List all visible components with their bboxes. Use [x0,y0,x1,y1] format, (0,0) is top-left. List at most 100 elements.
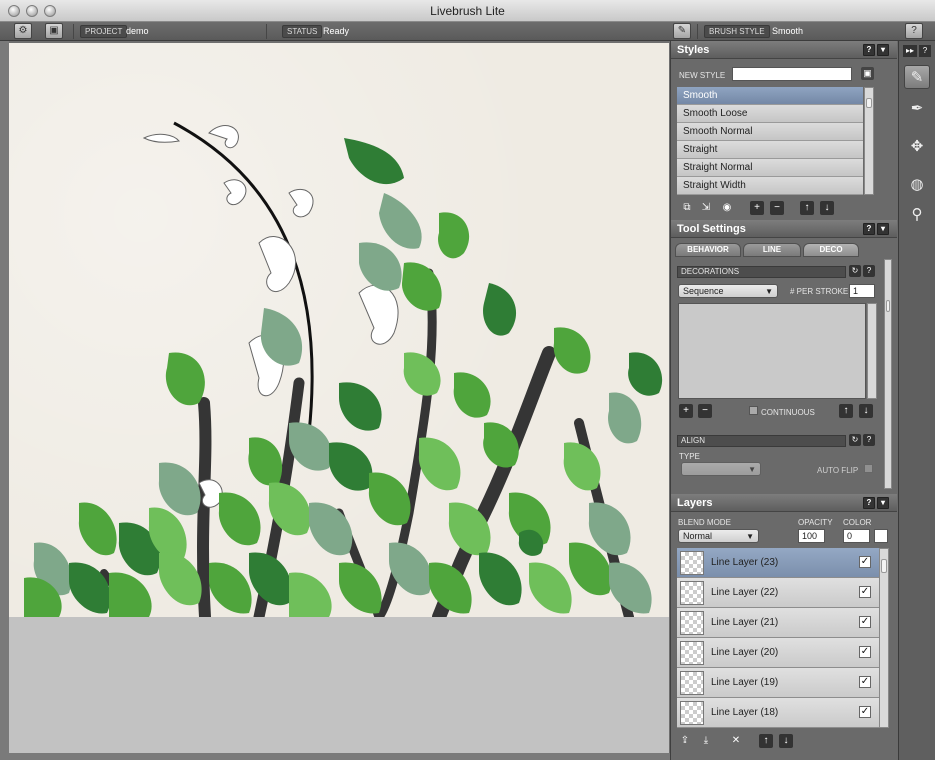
layer-row[interactable]: Line Layer (18) ✓ [677,698,879,728]
decorations-list[interactable] [678,303,866,399]
collapse-icon[interactable]: ▾ [877,223,889,235]
import-style-icon[interactable]: ⇲ [699,201,713,215]
style-item-straight[interactable]: Straight [677,141,863,159]
layer-row[interactable]: Line Layer (21) ✓ [677,608,879,638]
layer-visibility-checkbox[interactable]: ✓ [859,706,871,718]
toolbar: ⚙ ▣ PROJECT demo STATUS Ready ✎ BRUSH ST… [0,22,935,41]
move-down-button[interactable]: ↓ [779,734,793,748]
new-style-input[interactable] [732,67,852,81]
preview-style-icon[interactable]: ◉ [720,201,734,215]
chevron-down-icon: ▼ [748,465,756,474]
type-dropdown[interactable]: ▼ [681,462,761,476]
color-swatch[interactable] [874,529,888,543]
opacity-input[interactable]: 100 [798,529,825,543]
merge-layer-icon[interactable]: ⤓ [699,734,713,748]
refresh-icon[interactable]: ↻ [849,265,861,277]
continuous-label: CONTINUOUS [761,408,815,417]
blend-mode-value: Normal [683,531,713,541]
tab-behavior[interactable]: BEHAVIOR [675,243,741,257]
brush-style-button[interactable]: ✎ [673,23,691,39]
chevron-down-icon: ▼ [765,287,773,296]
blend-mode-dropdown[interactable]: Normal ▼ [678,529,759,543]
new-layer-icon[interactable]: ⇪ [678,734,692,748]
status-value: Ready [323,26,350,36]
toolbar-separator [697,24,698,39]
settings-button[interactable]: ⚙ [14,23,32,39]
help-icon[interactable]: ? [863,434,875,446]
scroll-thumb[interactable] [886,300,890,312]
chevron-down-icon: ▼ [746,532,754,541]
style-item-smooth-normal[interactable]: Smooth Normal [677,123,863,141]
style-item-straight-normal[interactable]: Straight Normal [677,159,863,177]
layer-visibility-checkbox[interactable]: ✓ [859,676,871,688]
save-style-button[interactable]: ▣ [861,67,874,80]
type-label: TYPE [679,452,700,461]
tab-deco[interactable]: DECO [803,243,859,257]
style-item-smooth-loose[interactable]: Smooth Loose [677,105,863,123]
fill-icon[interactable]: ◍ [904,173,930,197]
tab-line[interactable]: LINE [743,243,801,257]
refresh-icon[interactable]: ↻ [849,434,861,446]
layer-name: Line Layer (22) [711,587,779,598]
app-window: Livebrush Lite ⚙ ▣ PROJECT demo STATUS R… [0,0,935,760]
layer-row[interactable]: Line Layer (20) ✓ [677,638,879,668]
auto-flip-checkbox[interactable] [864,464,873,473]
style-item-smooth[interactable]: Smooth [677,87,863,105]
layer-visibility-checkbox[interactable]: ✓ [859,616,871,628]
title-bar: Livebrush Lite [0,0,935,22]
leaves [24,138,663,617]
help-icon[interactable]: ? [863,265,875,277]
layer-visibility-checkbox[interactable]: ✓ [859,586,871,598]
save-button[interactable]: ▣ [45,23,63,39]
expand-panels-icon[interactable]: ▸▸ [903,45,917,57]
layer-visibility-checkbox[interactable]: ✓ [859,646,871,658]
layer-name: Line Layer (21) [711,617,779,628]
toolbar-separator [73,24,74,39]
move-down-button[interactable]: ↓ [820,201,834,215]
styles-scrollbar[interactable] [864,87,874,195]
color-input[interactable]: 0 [843,529,870,543]
canvas-frame [0,753,670,760]
move-up-button[interactable]: ↑ [800,201,814,215]
duplicate-style-icon[interactable]: ⧉ [680,201,694,215]
tool-settings-scrollbar[interactable] [884,259,892,489]
help-icon[interactable]: ? [863,497,875,509]
pen-icon[interactable]: ✒ [904,97,930,121]
layers-panel-header: Layers ? ▾ [671,494,897,512]
remove-style-button[interactable]: − [770,201,784,215]
layer-thumbnail [680,641,704,665]
continuous-checkbox[interactable] [749,406,758,415]
scroll-thumb[interactable] [881,559,887,573]
style-item-straight-width[interactable]: Straight Width [677,177,863,195]
decorations-scrollbar[interactable] [867,303,877,399]
brush-icon[interactable]: ✎ [904,65,930,89]
move-down-button[interactable]: ↓ [859,404,873,418]
transform-icon[interactable]: ✥ [904,135,930,159]
collapse-icon[interactable]: ▾ [877,44,889,56]
layers-scrollbar[interactable] [879,548,889,728]
drawing-canvas[interactable] [9,43,669,617]
per-stroke-input[interactable]: 1 [849,284,875,298]
help-icon[interactable]: ? [863,44,875,56]
canvas-background-area [9,617,669,753]
add-style-button[interactable]: + [750,201,764,215]
remove-decoration-button[interactable]: − [698,404,712,418]
layer-row[interactable]: Line Layer (22) ✓ [677,578,879,608]
help-icon[interactable]: ? [863,223,875,235]
eyedropper-icon[interactable]: ⚲ [904,203,930,227]
delete-layer-icon[interactable]: ✕ [729,734,743,748]
scroll-thumb[interactable] [866,98,872,108]
sequence-dropdown[interactable]: Sequence ▼ [678,284,778,298]
status-label: STATUS [282,25,323,38]
layer-row[interactable]: Line Layer (19) ✓ [677,668,879,698]
move-up-button[interactable]: ↑ [839,404,853,418]
help-button[interactable]: ? [905,23,923,39]
move-up-button[interactable]: ↑ [759,734,773,748]
collapse-icon[interactable]: ▾ [877,497,889,509]
brush-style-value: Smooth [772,26,804,36]
add-decoration-button[interactable]: + [679,404,693,418]
layer-row[interactable]: Line Layer (23) ✓ [677,548,879,578]
help-icon[interactable]: ? [919,45,931,57]
layer-visibility-checkbox[interactable]: ✓ [859,556,871,568]
brush-style-label: BRUSH STYLE [704,25,770,38]
